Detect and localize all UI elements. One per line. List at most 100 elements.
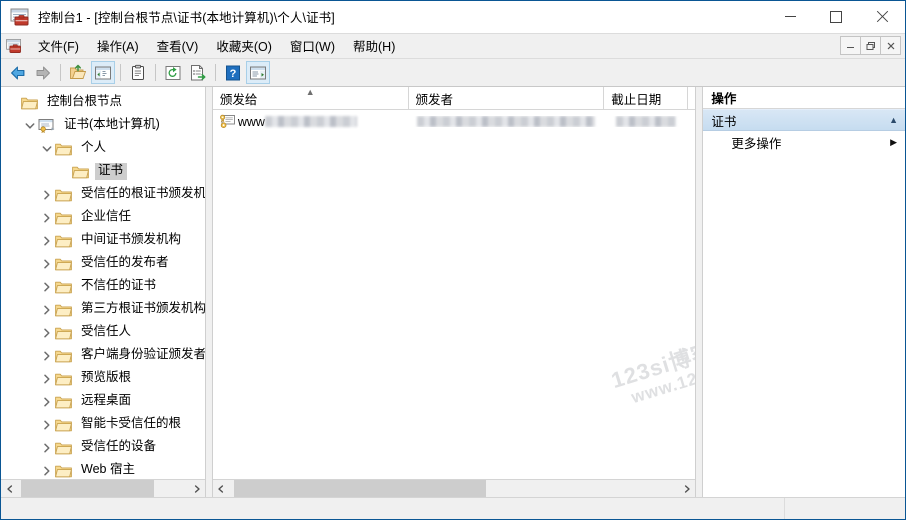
tree-node-9[interactable]: 第三方根证书颁发机构 <box>1 298 205 321</box>
up-one-level-icon[interactable] <box>66 61 90 84</box>
column-issued-to[interactable]: 颁发给 ▲ <box>212 87 409 109</box>
console-tree[interactable]: 控制台根节点 证书(本地计算机) 个人 证书受信任的根证书颁发机构企业信任中间证书颁发… <box>1 87 205 479</box>
tree-node-3[interactable]: 证书 <box>1 160 205 183</box>
chevron-right-icon[interactable] <box>39 302 55 318</box>
folder-icon <box>55 257 73 271</box>
action-group-certificates[interactable]: 证书 ▲ <box>703 109 905 131</box>
export-list-icon[interactable] <box>186 61 210 84</box>
actions-pane-body: 证书▲更多操作▶ 123si博客 www.123si.or <box>703 109 905 497</box>
menu-help[interactable]: 帮助(H) <box>344 33 404 59</box>
menu-favorites[interactable]: 收藏夹(O) <box>207 33 281 59</box>
tree-expander-placeholder <box>56 164 72 180</box>
tree-node-10[interactable]: 受信任人 <box>1 321 205 344</box>
back-icon[interactable] <box>6 61 30 84</box>
column-issued-by[interactable]: 颁发者 <box>408 87 605 109</box>
properties-icon[interactable] <box>126 61 150 84</box>
collapse-up-icon[interactable]: ▲ <box>889 115 898 125</box>
tree-node-label: 远程桌面 <box>81 393 132 408</box>
tree-node-1[interactable]: 证书(本地计算机) <box>1 114 205 137</box>
tree-node-14[interactable]: 智能卡受信任的根 <box>1 413 205 436</box>
svg-text:?: ? <box>230 68 237 80</box>
help-icon[interactable]: ? <box>221 61 245 84</box>
list-scroll-thumb[interactable] <box>234 480 486 497</box>
toolbar: ? <box>1 59 905 87</box>
tree-node-6[interactable]: 中间证书颁发机构 <box>1 229 205 252</box>
tree-list-splitter[interactable] <box>206 87 213 497</box>
chevron-right-icon[interactable] <box>39 394 55 410</box>
issued-to-text: www <box>237 114 265 129</box>
tree-node-15[interactable]: 受信任的设备 <box>1 436 205 459</box>
minimize-button[interactable] <box>767 1 813 32</box>
chevron-right-icon[interactable] <box>39 440 55 456</box>
column-expiration-date[interactable]: 截止日期 <box>604 87 689 109</box>
cell-issued-by <box>411 116 610 127</box>
certificate-icon <box>219 114 236 129</box>
tree-scroll-track[interactable] <box>18 480 188 497</box>
tree-node-11[interactable]: 客户端身份验证颁发者 <box>1 344 205 367</box>
tree-node-2[interactable]: 个人 <box>1 137 205 160</box>
action-more-actions[interactable]: 更多操作 ▶ <box>703 131 905 153</box>
chevron-right-icon[interactable] <box>39 325 55 341</box>
scroll-left-icon[interactable] <box>212 480 230 497</box>
mmc-document-icon <box>5 37 23 55</box>
show-hide-console-tree-icon[interactable] <box>91 61 115 84</box>
tree-node-label: 受信任的发布者 <box>81 255 169 270</box>
refresh-icon[interactable] <box>161 61 185 84</box>
chevron-right-icon[interactable] <box>39 210 55 226</box>
table-row[interactable]: www <box>213 110 696 131</box>
folder-icon <box>55 303 73 317</box>
tree-node-label: 受信任的根证书颁发机构 <box>81 186 205 201</box>
tree-node-0[interactable]: 控制台根节点 <box>1 91 205 114</box>
list-scroll-track[interactable] <box>229 480 679 497</box>
tree-node-13[interactable]: 远程桌面 <box>1 390 205 413</box>
chevron-right-icon[interactable] <box>39 279 55 295</box>
console-tree-pane: 控制台根节点 证书(本地计算机) 个人 证书受信任的根证书颁发机构企业信任中间证书颁发… <box>1 87 206 497</box>
toolbar-separator <box>60 64 61 81</box>
maximize-button[interactable] <box>813 1 859 32</box>
list-horizontal-scrollbar[interactable] <box>212 479 696 497</box>
chevron-right-icon[interactable] <box>39 256 55 272</box>
folder-icon <box>55 188 73 202</box>
mdi-minimize-button[interactable] <box>840 36 861 55</box>
list-actions-splitter[interactable] <box>696 87 704 497</box>
tree-node-label: 不信任的证书 <box>81 278 157 293</box>
certificate-list-body[interactable]: www 123si博客 www.123si.org <box>212 110 696 479</box>
mdi-restore-button[interactable] <box>860 36 881 55</box>
menu-window[interactable]: 窗口(W) <box>281 33 344 59</box>
chevron-down-icon[interactable] <box>39 141 55 157</box>
chevron-down-icon[interactable] <box>22 118 38 134</box>
chevron-right-icon[interactable] <box>39 348 55 364</box>
chevron-right-icon[interactable] <box>39 187 55 203</box>
tree-node-label: 受信任人 <box>81 324 132 339</box>
menu-action[interactable]: 操作(A) <box>88 33 148 59</box>
tree-scroll-thumb[interactable] <box>21 480 154 497</box>
folder-icon <box>55 349 73 363</box>
forward-icon[interactable] <box>31 61 55 84</box>
tree-node-7[interactable]: 受信任的发布者 <box>1 252 205 275</box>
column-issued-by-label: 颁发者 <box>415 92 454 107</box>
scroll-right-icon[interactable] <box>678 480 696 497</box>
chevron-right-icon[interactable] <box>39 417 55 433</box>
folder-icon <box>55 395 73 409</box>
scroll-left-icon[interactable] <box>1 480 18 497</box>
tree-node-label: 中间证书颁发机构 <box>81 232 182 247</box>
mmc-console-window: 控制台1 - [控制台根节点\证书(本地计算机)\个人\证书] 文件(F) 操作… <box>0 0 906 520</box>
menu-file[interactable]: 文件(F) <box>29 33 88 59</box>
main-content-area: 控制台根节点 证书(本地计算机) 个人 证书受信任的根证书颁发机构企业信任中间证书颁发… <box>1 87 905 497</box>
tree-horizontal-scrollbar[interactable] <box>1 479 205 497</box>
show-hide-action-pane-icon[interactable] <box>246 61 270 84</box>
close-button[interactable] <box>859 1 905 32</box>
menu-view[interactable]: 查看(V) <box>148 33 208 59</box>
mdi-close-button[interactable] <box>880 36 901 55</box>
redacted-issued-by <box>417 116 596 127</box>
tree-node-4[interactable]: 受信任的根证书颁发机构 <box>1 183 205 206</box>
scroll-right-icon[interactable] <box>188 480 205 497</box>
tree-node-8[interactable]: 不信任的证书 <box>1 275 205 298</box>
chevron-right-icon[interactable] <box>39 233 55 249</box>
toolbar-separator <box>215 64 216 81</box>
chevron-right-icon[interactable] <box>39 371 55 387</box>
tree-node-12[interactable]: 预览版根 <box>1 367 205 390</box>
tree-node-5[interactable]: 企业信任 <box>1 206 205 229</box>
chevron-right-icon[interactable] <box>39 463 55 479</box>
tree-node-16[interactable]: Web 宿主 <box>1 459 205 479</box>
